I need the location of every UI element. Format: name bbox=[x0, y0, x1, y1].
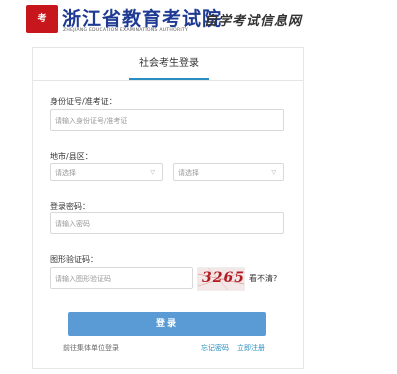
site-header: 考 浙江省教育考试院 ZHEJIANG EDUCATION EXAMINATIO… bbox=[0, 0, 397, 42]
id-number-placeholder: 请输入身份证号/准考证 bbox=[55, 117, 128, 125]
register-link[interactable]: 立即注册 bbox=[237, 343, 265, 353]
password-label: 登录密码： bbox=[50, 202, 90, 211]
id-number-label: 身份证号/准考证： bbox=[50, 97, 117, 106]
forgot-password-link[interactable]: 忘记密码 bbox=[201, 343, 229, 353]
captcha-refresh-link[interactable]: 看不清? bbox=[249, 273, 277, 284]
captcha-label: 图形验证码： bbox=[50, 255, 98, 264]
login-tab-bar: 社会考生登录 bbox=[33, 48, 303, 81]
region-label: 地市/县区： bbox=[50, 152, 93, 161]
county-select[interactable]: 请选择 ▽ bbox=[173, 163, 284, 181]
chevron-down-icon: ▽ bbox=[150, 169, 155, 176]
chevron-down-icon: ▽ bbox=[271, 169, 276, 176]
system-name: 自学考试信息网 bbox=[204, 14, 303, 29]
site-title: 浙江省教育考试院 bbox=[62, 8, 223, 30]
captcha-code: 3265 bbox=[202, 270, 245, 286]
tab-social-candidate-login[interactable]: 社会考生登录 bbox=[129, 48, 209, 80]
password-input[interactable]: 请输入密码 bbox=[50, 212, 284, 234]
captcha-placeholder: 请输入图形验证码 bbox=[55, 275, 111, 283]
county-select-value: 请选择 bbox=[178, 169, 199, 177]
captcha-input[interactable]: 请输入图形验证码 bbox=[50, 267, 193, 289]
city-select[interactable]: 请选择 ▽ bbox=[50, 163, 163, 181]
exam-authority-logo-icon: 考 bbox=[26, 5, 58, 33]
login-card: 社会考生登录 身份证号/准考证： 请输入身份证号/准考证 地市/县区： 请选择 … bbox=[32, 47, 304, 369]
group-login-link[interactable]: 前往集体单位登录 bbox=[63, 343, 119, 353]
site-subtitle: ZHEJIANG EDUCATION EXAMINATIONS AUTHORIT… bbox=[63, 28, 189, 33]
login-button[interactable]: 登录 bbox=[68, 312, 266, 336]
captcha-image[interactable]: 3265 bbox=[197, 267, 245, 291]
city-select-value: 请选择 bbox=[55, 169, 76, 177]
id-number-input[interactable]: 请输入身份证号/准考证 bbox=[50, 109, 284, 131]
password-placeholder: 请输入密码 bbox=[55, 220, 90, 228]
